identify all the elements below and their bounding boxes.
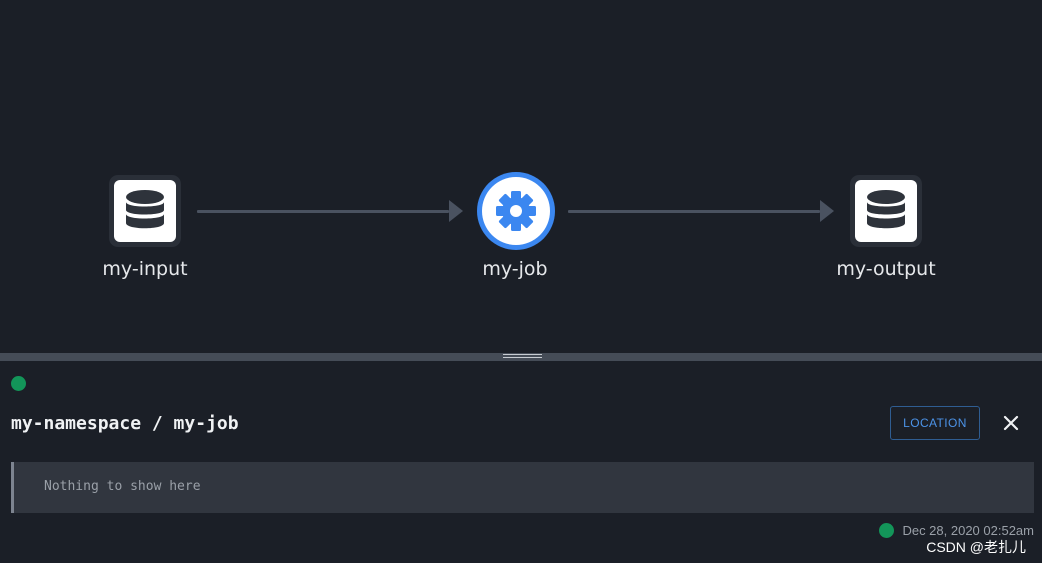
run-timestamp: Dec 28, 2020 02:52am (902, 523, 1034, 538)
status-indicator (11, 376, 26, 391)
lineage-graph: my-input my-job my-output (0, 0, 1042, 353)
resize-handle[interactable] (503, 354, 542, 360)
node-my-input[interactable] (109, 175, 181, 247)
node-label-my-job: my-job (482, 258, 548, 280)
edge-input-to-job (197, 210, 449, 213)
node-my-output[interactable] (850, 175, 922, 247)
status-indicator (879, 523, 895, 538)
arrow-head-icon (820, 200, 834, 222)
page-title: my-namespace / my-job (11, 413, 239, 434)
database-icon (126, 190, 164, 229)
watermark: CSDN @老扎儿 (926, 539, 1026, 555)
panel-divider[interactable] (0, 353, 1042, 361)
details-panel: my-namespace / my-job LOCATION Nothing t… (0, 361, 1042, 563)
node-label-my-output: my-output (836, 258, 936, 280)
gear-icon (496, 191, 536, 231)
database-icon (867, 190, 905, 229)
location-button[interactable]: LOCATION (890, 406, 980, 440)
node-my-job[interactable] (477, 172, 555, 250)
empty-state: Nothing to show here (11, 462, 1034, 513)
arrow-head-icon (449, 200, 463, 222)
run-status: Dec 28, 2020 02:52am (879, 523, 1034, 538)
empty-state-message: Nothing to show here (44, 479, 201, 494)
node-label-my-input: my-input (102, 258, 188, 280)
edge-job-to-output (568, 210, 820, 213)
close-button[interactable] (1000, 412, 1022, 434)
close-icon (1003, 415, 1019, 431)
